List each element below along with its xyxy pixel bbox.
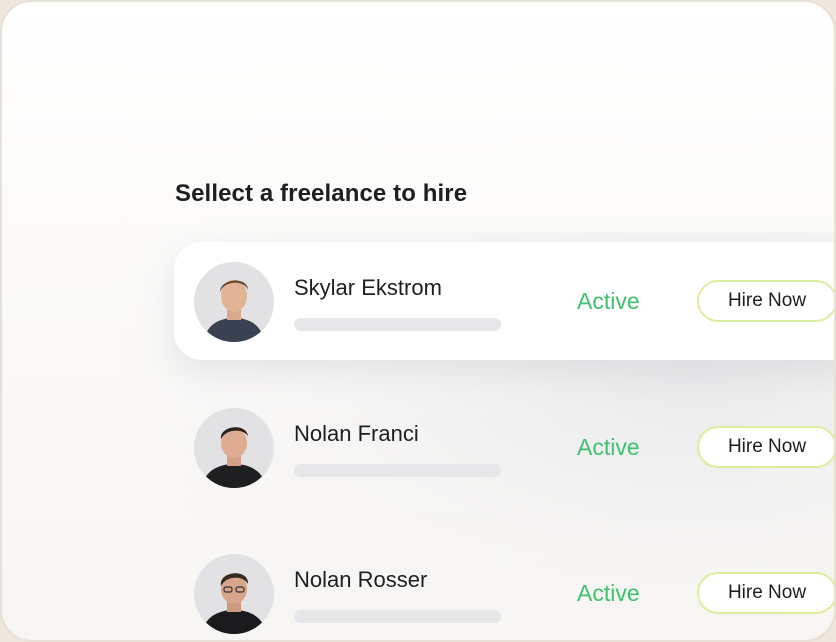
status-label: Active	[577, 434, 640, 460]
avatar	[194, 554, 274, 634]
freelancer-card: Sellect a freelance to hire Skylar Ekstr…	[0, 0, 836, 642]
hire-now-button[interactable]: Hire Now	[697, 280, 834, 322]
freelancer-name: Skylar Ekstrom	[294, 275, 442, 300]
placeholder-bar	[294, 318, 501, 331]
person-avatar-icon	[194, 408, 274, 488]
section-heading: Sellect a freelance to hire	[175, 180, 468, 207]
freelancer-row[interactable]: Nolan Franci Active Hire Now	[174, 388, 834, 506]
freelancer-name: Nolan Franci	[294, 421, 419, 446]
placeholder-bar	[294, 610, 501, 623]
freelancer-name: Nolan Rosser	[294, 567, 428, 592]
hire-now-button[interactable]: Hire Now	[697, 426, 834, 468]
freelancer-row[interactable]: Nolan Rosser Active Hire Now	[174, 534, 834, 640]
status-label: Active	[577, 288, 640, 314]
person-avatar-icon	[194, 262, 274, 342]
person-avatar-icon	[194, 554, 274, 634]
hire-now-button[interactable]: Hire Now	[697, 572, 834, 614]
avatar	[194, 408, 274, 488]
freelancer-row[interactable]: Skylar Ekstrom Active Hire Now	[174, 242, 834, 360]
status-label: Active	[577, 580, 640, 606]
avatar	[194, 262, 274, 342]
placeholder-bar	[294, 464, 501, 477]
